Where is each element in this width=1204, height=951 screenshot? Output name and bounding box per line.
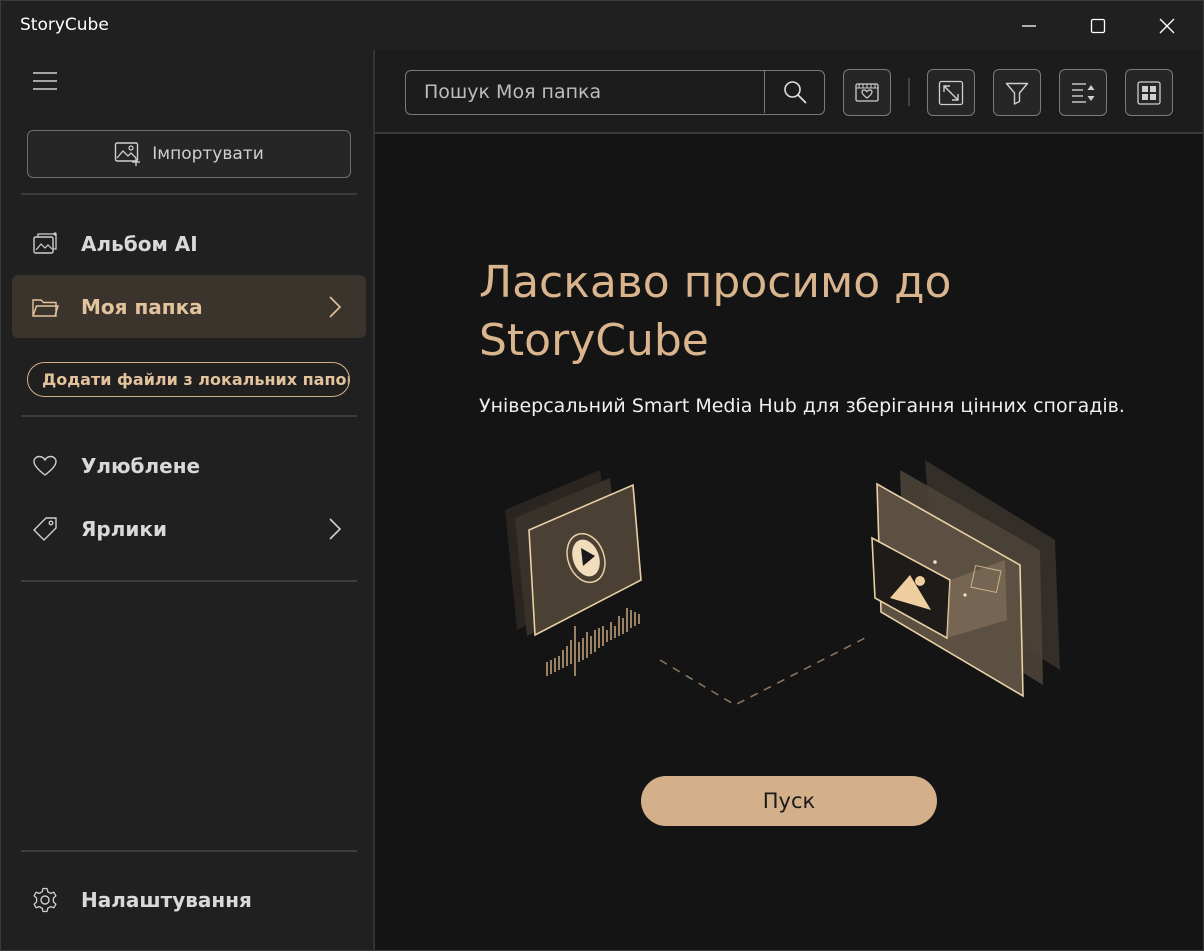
ai-album-icon [33,231,57,254]
sidebar-item-label: Улюблене [81,453,201,478]
search-icon [783,81,807,104]
sort-icon [1072,82,1095,103]
sidebar-divider [21,850,357,852]
sidebar-divider [21,415,357,417]
search-box [405,70,825,115]
image-card-illustration [871,460,1060,698]
import-button-label: Імпортувати [152,144,264,164]
video-card-illustration [505,470,642,637]
chevron-right-icon [329,295,342,318]
sidebar-divider [21,193,357,195]
folder-icon [32,298,59,317]
sidebar: Імпортувати Альбом AI Моя папка Додати ф… [1,50,373,950]
app-window: StoryCube Імпортувати Альбом AI Моя папк… [0,0,1204,951]
filter-button[interactable] [993,69,1041,116]
connector-line [659,637,866,706]
sidebar-divider [21,580,357,582]
sidebar-item-settings[interactable]: Налаштування [12,868,366,931]
toolbar-separator [908,78,910,106]
import-button[interactable]: Імпортувати [27,130,351,178]
tag-icon [33,516,57,541]
start-button[interactable]: Пуск [641,776,937,826]
grid-view-button[interactable] [1125,69,1173,116]
welcome-title: Ласкаво просимо до StoryCube [479,257,952,366]
sidebar-item-label: Ярлики [81,516,167,541]
settings-label: Налаштування [81,887,252,912]
toolbar [375,50,1203,134]
heart-icon [33,455,57,476]
sidebar-item-label: Альбом AI [81,231,198,256]
slideshow-button[interactable] [843,69,891,116]
sidebar-item-tags[interactable]: Ярлики [12,497,366,560]
gear-icon [33,887,57,912]
main-content: Ласкаво просимо до StoryCube Універсальн… [375,50,1203,950]
search-button[interactable] [764,71,824,113]
sidebar-item-favorites[interactable]: Улюблене [12,434,366,497]
search-input[interactable] [406,71,763,113]
sidebar-item-ai-album[interactable]: Альбом AI [12,212,366,275]
app-title: StoryCube [20,15,109,35]
close-button[interactable] [1133,1,1201,50]
hamburger-menu-icon[interactable] [31,69,59,93]
minimize-button[interactable] [995,1,1063,50]
expand-button[interactable] [927,69,975,116]
close-icon [1159,18,1175,33]
sidebar-item-my-folder[interactable]: Моя папка [12,275,366,338]
grid-view-icon [1137,80,1161,105]
start-button-label: Пуск [762,789,816,813]
maximize-button[interactable] [1064,1,1132,50]
title-bar: StoryCube [1,1,1203,50]
welcome-subtitle: Універсальний Smart Media Hub для зберіг… [479,395,1125,417]
add-local-files-label: Додати файли з локальних папок [42,370,350,389]
add-local-files-button[interactable]: Додати файли з локальних папок [27,362,350,397]
media-hub-illustration [505,460,1060,706]
sidebar-item-label: Моя папка [81,294,203,319]
minimize-icon [1022,24,1036,27]
expand-icon [938,80,964,105]
import-image-icon [115,142,141,166]
slideshow-heart-icon [855,82,879,102]
chevron-right-icon [329,517,342,540]
sort-button[interactable] [1059,69,1107,116]
filter-icon [1005,82,1029,105]
maximize-icon [1090,18,1106,33]
